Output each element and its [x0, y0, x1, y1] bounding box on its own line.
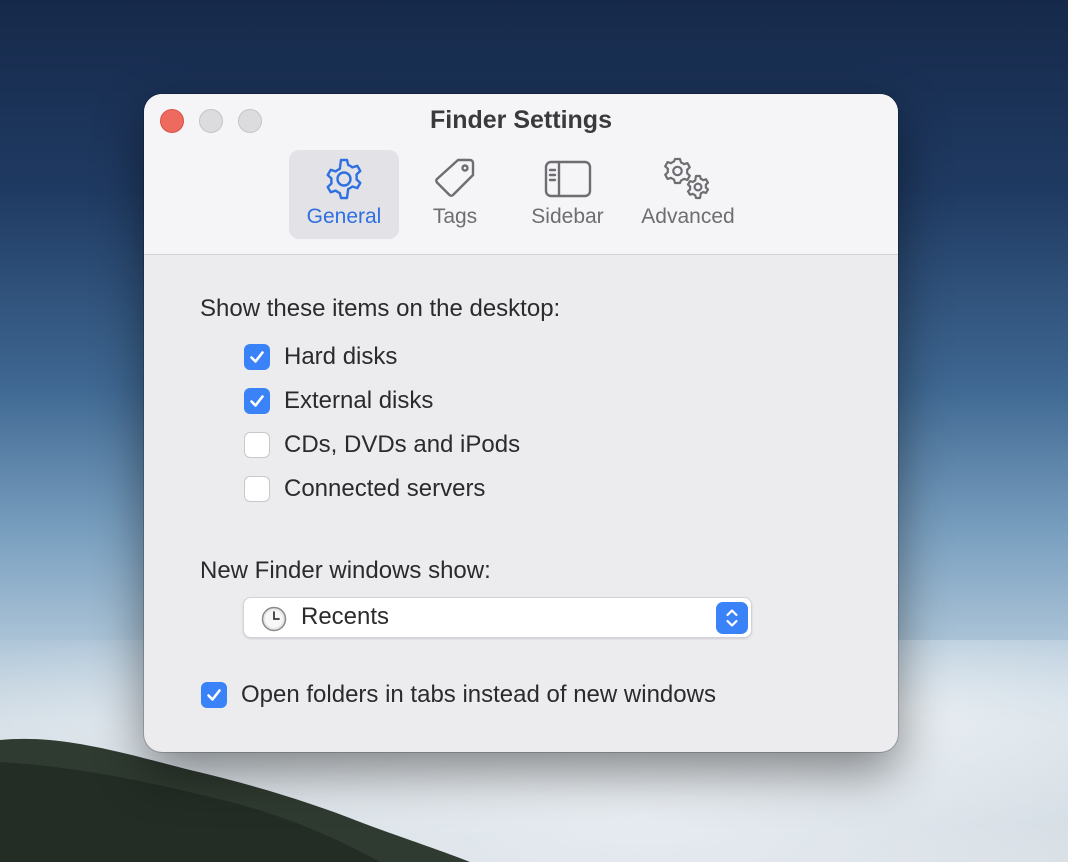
- clock-icon: [261, 606, 287, 637]
- hard-disks-checkbox[interactable]: [244, 344, 270, 370]
- open-in-tabs-checkbox[interactable]: [201, 682, 227, 708]
- connected-servers-checkbox[interactable]: [244, 476, 270, 502]
- gear-icon: [321, 156, 367, 202]
- chevron-up-down-icon: [726, 609, 738, 627]
- tab-sidebar-label: Sidebar: [531, 205, 604, 228]
- cds-dvds-ipods-checkbox[interactable]: [244, 432, 270, 458]
- external-disks-checkbox[interactable]: [244, 388, 270, 414]
- sidebar-icon: [543, 156, 593, 202]
- checkbox-row-external-disks[interactable]: External disks: [244, 387, 433, 415]
- checkmark-icon: [250, 395, 264, 407]
- titlebar: Finder Settings General Tags Sidebar Adv…: [144, 94, 898, 255]
- tab-advanced-label: Advanced: [641, 205, 735, 228]
- gears-icon: [660, 156, 716, 202]
- external-disks-label: External disks: [284, 387, 434, 414]
- connected-servers-label: Connected servers: [284, 475, 486, 502]
- checkmark-icon: [207, 689, 221, 701]
- checkbox-row-connected-servers[interactable]: Connected servers: [244, 475, 485, 503]
- checkmark-icon: [250, 351, 264, 363]
- open-in-tabs-label: Open folders in tabs instead of new wind…: [241, 681, 716, 708]
- cds-dvds-ipods-label: CDs, DVDs and iPods: [284, 431, 521, 458]
- window-title: Finder Settings: [430, 106, 612, 134]
- tab-sidebar[interactable]: Sidebar: [515, 150, 620, 239]
- checkbox-row-open-in-tabs[interactable]: Open folders in tabs instead of new wind…: [201, 681, 716, 709]
- checkbox-row-cds-dvds-ipods[interactable]: CDs, DVDs and iPods: [244, 431, 520, 459]
- new-windows-heading: New Finder windows show:: [200, 557, 491, 584]
- new-windows-popup[interactable]: Recents: [243, 597, 752, 638]
- tab-advanced[interactable]: Advanced: [632, 150, 744, 239]
- hard-disks-label: Hard disks: [284, 343, 398, 370]
- tab-general-label: General: [306, 205, 382, 228]
- tab-tags[interactable]: Tags: [405, 150, 505, 239]
- tag-icon: [432, 156, 478, 202]
- checkbox-row-hard-disks[interactable]: Hard disks: [244, 343, 397, 371]
- new-windows-value: Recents: [301, 603, 390, 630]
- popup-stepper[interactable]: [716, 602, 748, 634]
- tab-tags-label: Tags: [432, 205, 478, 228]
- desktop-items-heading: Show these items on the desktop:: [200, 295, 561, 322]
- finder-settings-window: Finder Settings General Tags Sidebar Adv…: [144, 94, 898, 752]
- general-pane: Show these items on the desktop: Hard di…: [144, 255, 898, 752]
- tab-general[interactable]: General: [289, 150, 399, 239]
